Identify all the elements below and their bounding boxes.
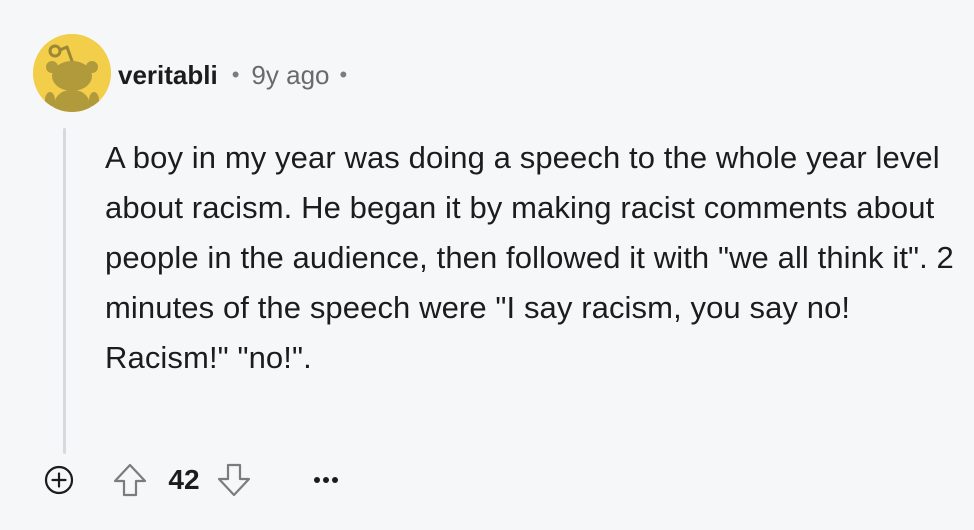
comment: veritabli • 9y ago • A boy in my year wa…: [0, 0, 974, 530]
username-link[interactable]: veritabli: [118, 57, 218, 93]
upvote-button[interactable]: [108, 458, 152, 502]
arrow-up-icon: [113, 463, 147, 497]
more-options-button[interactable]: [304, 458, 348, 502]
ellipsis-icon: [314, 477, 338, 483]
vote-score: 42: [168, 464, 200, 495]
snoo-avatar-icon: [33, 34, 111, 112]
arrow-down-icon: [217, 463, 251, 497]
timestamp[interactable]: 9y ago: [251, 57, 329, 93]
expand-button[interactable]: [42, 463, 76, 497]
action-row: 42: [42, 458, 348, 502]
thread-line[interactable]: [63, 128, 66, 454]
comment-meta: veritabli • 9y ago •: [118, 57, 347, 93]
separator-dot: •: [231, 62, 240, 87]
separator-dot-trailing: •: [339, 62, 348, 87]
avatar[interactable]: [33, 34, 111, 112]
downvote-button[interactable]: [212, 458, 256, 502]
plus-circle-icon: [44, 465, 74, 495]
comment-body: A boy in my year was doing a speech to t…: [105, 140, 954, 375]
